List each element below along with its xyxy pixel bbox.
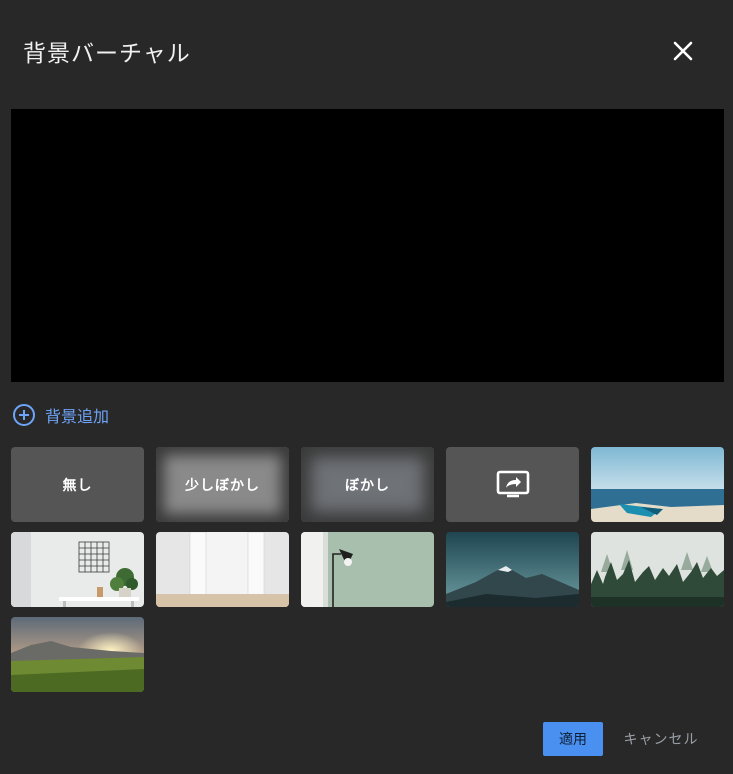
background-white-room-plant[interactable]	[11, 532, 144, 607]
background-sunset-meadow[interactable]	[11, 617, 144, 692]
background-option-slight-blur[interactable]: 少しぼかし	[156, 447, 289, 522]
close-button[interactable]	[668, 36, 698, 66]
sunset-meadow-image	[11, 617, 144, 692]
white-room-image	[11, 532, 144, 607]
background-mountain-peak[interactable]	[446, 532, 579, 607]
add-background-button[interactable]: 背景追加	[12, 402, 109, 428]
camera-preview	[11, 109, 724, 382]
white-doors-image	[156, 532, 289, 607]
background-option-none[interactable]: 無し	[11, 447, 144, 522]
beach-boat-image	[591, 447, 724, 522]
option-label-blur: ぼかし	[345, 477, 390, 494]
option-label-slight-blur: 少しぼかし	[185, 477, 260, 494]
option-label-none: 無し	[62, 477, 93, 494]
foggy-forest-image	[591, 532, 724, 607]
cancel-button[interactable]: キャンセル	[616, 722, 706, 756]
background-floor-lamp[interactable]	[301, 532, 434, 607]
dialog-title: 背景バーチャル	[23, 41, 191, 67]
background-option-screen-share[interactable]	[446, 447, 579, 522]
add-circle-icon	[13, 404, 35, 426]
apply-button[interactable]: 適用	[543, 722, 603, 756]
floor-lamp-image	[301, 532, 434, 607]
mountain-image	[446, 532, 579, 607]
close-icon	[673, 41, 693, 61]
background-white-doors[interactable]	[156, 532, 289, 607]
background-beach-boat[interactable]	[591, 447, 724, 522]
background-foggy-forest[interactable]	[591, 532, 724, 607]
background-option-blur[interactable]: ぼかし	[301, 447, 434, 522]
screen-share-icon	[496, 470, 529, 497]
add-background-label: 背景追加	[45, 407, 110, 426]
